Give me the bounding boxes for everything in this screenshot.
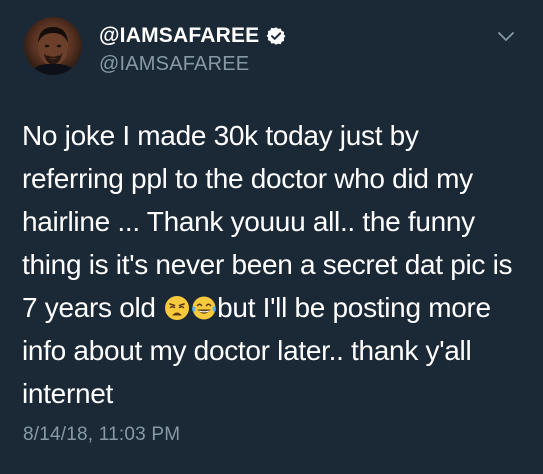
username[interactable]: @IAMSAFAREE (99, 53, 249, 76)
weary-face-emoji (164, 290, 190, 320)
avatar-image (30, 27, 76, 75)
tweet-text-line: internet (22, 378, 113, 409)
tweet-text-line: No joke I made 30k today just by (22, 120, 419, 151)
tweet-text-line: info about my doctor later.. thank y'all (22, 335, 472, 366)
tweet-card: @IAMSAFAREE @IAMSAFAREE No joke I made 3… (0, 0, 543, 474)
verified-badge-icon (266, 26, 286, 46)
tweet-text: No joke I made 30k today just by referri… (22, 114, 527, 415)
chevron-down-icon[interactable] (497, 30, 515, 42)
tweet-text-segment: but I'll be posting more (217, 292, 491, 323)
tweet-text-line: referring ppl to the doctor who did my (22, 163, 473, 194)
display-handle[interactable]: @IAMSAFAREE (99, 24, 286, 48)
display-handle-text[interactable]: @IAMSAFAREE (99, 24, 259, 48)
tweet-timestamp[interactable]: 8/14/18, 11:03 PM (23, 424, 180, 446)
tweet-text-line: thing is it's never been a secret dat pi… (22, 249, 513, 280)
tears-of-joy-emoji (191, 290, 217, 320)
avatar[interactable] (24, 17, 82, 75)
tweet-text-segment: 7 years old (22, 292, 164, 323)
tweet-text-line-with-emoji: 7 years old but I'll be posting more (22, 286, 527, 329)
tweet-text-line: hairline ... Thank youuu all.. the funny (22, 206, 475, 237)
